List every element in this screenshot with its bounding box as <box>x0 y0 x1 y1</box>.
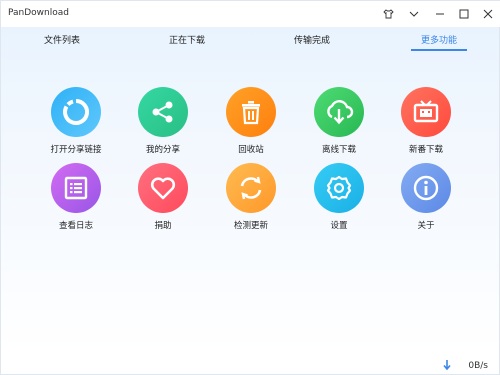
minimize-button[interactable] <box>430 5 450 23</box>
maximize-button[interactable] <box>454 5 474 23</box>
offline-download-button[interactable]: 离线下载 <box>304 87 374 155</box>
donate-button[interactable]: 捐助 <box>128 163 198 231</box>
view-log-button[interactable]: 查看日志 <box>41 163 111 231</box>
list-icon <box>64 176 88 200</box>
tv-icon <box>413 100 439 123</box>
tab-file-list[interactable]: 文件列表 <box>22 33 102 46</box>
settings-button[interactable]: 设置 <box>304 163 374 231</box>
about-button[interactable]: 关于 <box>391 163 461 231</box>
maximize-icon <box>459 9 469 19</box>
settings-circle <box>314 163 364 213</box>
check-update-button[interactable]: 检测更新 <box>216 163 286 231</box>
shirt-icon <box>382 9 394 19</box>
check-update-circle <box>226 163 276 213</box>
tab-bar: 文件列表 正在下载 传输完成 更多功能 <box>1 27 500 51</box>
feature-label: 检测更新 <box>233 221 268 231</box>
feature-label: 关于 <box>417 221 435 231</box>
open-share-link-circle <box>51 87 101 137</box>
feature-label: 离线下载 <box>321 145 356 155</box>
title-bar: PanDownload <box>1 1 500 27</box>
feature-label: 回收站 <box>238 145 264 155</box>
info-icon <box>413 175 439 201</box>
trash-icon <box>242 101 260 125</box>
tab-downloading[interactable]: 正在下载 <box>147 33 227 46</box>
sync-icon <box>240 176 262 200</box>
status-bar: 0B/s <box>1 356 500 375</box>
share-icon <box>152 101 173 123</box>
open-share-link-button[interactable]: 打开分享链接 <box>41 87 111 155</box>
tab-completed[interactable]: 传输完成 <box>272 33 352 46</box>
about-circle <box>401 163 451 213</box>
download-speed: 0B/s <box>468 361 488 371</box>
offline-download-circle <box>314 87 364 137</box>
minimize-icon <box>436 13 444 15</box>
refresh-ring-icon <box>63 99 89 125</box>
feature-label: 打开分享链接 <box>50 145 102 155</box>
feature-label: 查看日志 <box>58 221 93 231</box>
feature-label: 捐助 <box>154 221 172 231</box>
feature-label: 我的分享 <box>145 145 180 155</box>
menu-dropdown-button[interactable] <box>404 5 424 23</box>
app-window: PanDownload 文件列表 正在下载 传输完成 更多功能 打开分享链接 我… <box>0 0 500 375</box>
anime-download-button[interactable]: 新番下载 <box>391 87 461 155</box>
gear-icon <box>326 175 352 201</box>
download-arrow-icon <box>443 360 451 371</box>
feature-label: 新番下载 <box>408 145 443 155</box>
donate-circle <box>138 163 188 213</box>
view-log-circle <box>51 163 101 213</box>
heart-icon <box>150 177 176 200</box>
my-share-circle <box>138 87 188 137</box>
cloud-download-icon <box>327 100 354 125</box>
skin-button[interactable] <box>378 5 398 23</box>
close-icon <box>483 9 493 19</box>
app-title: PanDownload <box>8 8 69 18</box>
close-button[interactable] <box>478 5 498 23</box>
active-tab-indicator <box>411 49 467 51</box>
recycle-bin-circle <box>226 87 276 137</box>
chevron-down-icon <box>409 11 419 17</box>
my-share-button[interactable]: 我的分享 <box>128 87 198 155</box>
recycle-bin-button[interactable]: 回收站 <box>216 87 286 155</box>
tab-more-features[interactable]: 更多功能 <box>399 33 479 46</box>
feature-label: 设置 <box>330 221 348 231</box>
anime-download-circle <box>401 87 451 137</box>
